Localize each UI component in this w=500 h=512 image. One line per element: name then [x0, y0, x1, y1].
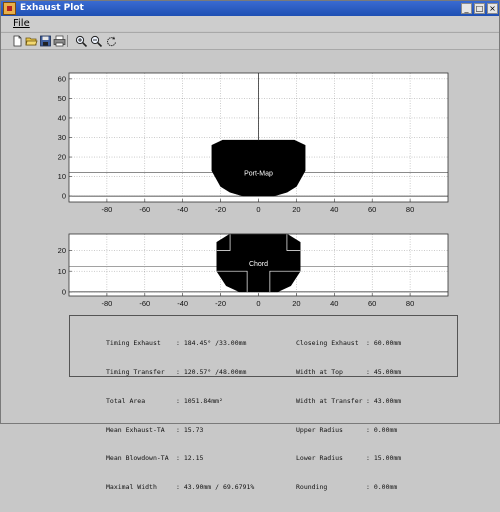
y-tick-label: 0 — [62, 192, 66, 201]
info-label: Rounding — [296, 483, 328, 492]
info-right-values: : 60.00mm : 45.00mm : 43.00mm : 0.00mm :… — [366, 320, 401, 512]
info-label: Width at Top — [296, 367, 343, 376]
port-shape — [211, 139, 306, 197]
info-panel: Timing Exhaust Timing Transfer Total Are… — [69, 315, 458, 491]
info-label: Mean Exhaust-TA — [106, 425, 165, 434]
y-tick-label: 30 — [58, 133, 66, 142]
x-tick-label: -80 — [101, 299, 112, 308]
info-value: : 45.00mm — [366, 367, 402, 376]
info-label: Width at Transfer — [296, 396, 363, 405]
info-right-labels: Closeing Exhaust Width at Top Width at T… — [296, 320, 363, 512]
x-tick-label: 80 — [406, 299, 414, 308]
x-tick-label: -80 — [101, 205, 112, 214]
y-tick-label: 10 — [58, 172, 66, 181]
info-label: Mean Blowdown-TA — [106, 454, 169, 463]
info-label: Upper Radius — [296, 425, 343, 434]
x-tick-label: 20 — [292, 205, 300, 214]
info-label: Total Area — [106, 396, 146, 405]
x-tick-label: -20 — [215, 299, 226, 308]
info-value: : 184.45° /33.00mm — [176, 339, 247, 348]
x-tick-label: -40 — [177, 205, 188, 214]
y-tick-label: 20 — [58, 246, 66, 255]
x-tick-label: 20 — [292, 299, 300, 308]
info-value: : 15.00mm — [366, 454, 402, 463]
x-tick-label: -20 — [215, 205, 226, 214]
info-value: : 12.15 — [176, 454, 204, 463]
info-label: Timing Transfer — [106, 367, 165, 376]
info-value: : 60.00mm — [366, 339, 402, 348]
y-tick-label: 20 — [58, 153, 66, 162]
x-tick-label: -40 — [177, 299, 188, 308]
y-tick-label: 10 — [58, 267, 66, 276]
info-value: : 120.57° /48.00mm — [176, 367, 247, 376]
x-tick-label: 0 — [256, 205, 260, 214]
y-tick-label: 50 — [58, 94, 66, 103]
x-tick-label: 0 — [256, 299, 260, 308]
y-tick-label: 40 — [58, 114, 66, 123]
exhaust-plot-window: Exhaust Plot _ □ × File Port-Map -80 -60… — [0, 0, 500, 491]
y-tick-label: 60 — [58, 74, 66, 83]
info-label: Timing Exhaust — [106, 339, 161, 348]
info-left-labels: Timing Exhaust Timing Transfer Total Are… — [106, 320, 169, 512]
info-left-values: : 184.45° /33.00mm : 120.57° /48.00mm : … — [176, 320, 254, 512]
x-tick-label: 60 — [368, 205, 376, 214]
x-tick-label: -60 — [139, 205, 150, 214]
shape-label: Port-Map — [244, 171, 273, 178]
x-tick-label: 80 — [406, 205, 414, 214]
x-tick-label: 40 — [330, 205, 338, 214]
info-value: : 15.73 — [176, 425, 204, 434]
shape-label: Chord — [249, 261, 268, 268]
info-label: Closeing Exhaust — [296, 339, 359, 348]
info-label: Lower Radius — [296, 454, 343, 463]
info-value: : 0.00mm — [366, 483, 398, 492]
info-value: : 43.90mm / 69.6791% — [176, 483, 255, 492]
info-value: : 43.00mm — [366, 396, 402, 405]
info-value: : 1051.84mm² — [176, 396, 223, 405]
info-value: : 0.00mm — [366, 425, 398, 434]
y-tick-label: 0 — [62, 287, 66, 296]
x-tick-label: 60 — [368, 299, 376, 308]
info-label: Maximal Width — [106, 483, 157, 492]
x-tick-label: 40 — [330, 299, 338, 308]
x-tick-label: -60 — [139, 299, 150, 308]
